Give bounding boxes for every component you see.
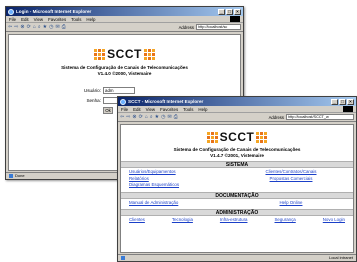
search-icon[interactable]: ⌕ xyxy=(38,24,41,30)
menu-view[interactable]: View xyxy=(146,107,155,112)
menu-favorites[interactable]: Favorites xyxy=(160,107,178,112)
window-title: Login - Microsoft Internet Explorer xyxy=(16,9,92,14)
menu-help[interactable]: Help xyxy=(198,107,207,112)
minimize-button[interactable]: _ xyxy=(218,8,225,15)
status-bar: Local intranet xyxy=(118,254,356,261)
title-bar[interactable]: Login - Microsoft Internet Explorer _ □ … xyxy=(6,7,243,16)
administracao-links: Clientes Tecnologia Infra-estrutura Segu… xyxy=(121,216,353,223)
menu-file[interactable]: File xyxy=(9,17,16,22)
refresh-icon[interactable]: ⟳ xyxy=(139,114,143,120)
menu-edit[interactable]: Edit xyxy=(21,17,29,22)
security-zone: Local intranet xyxy=(328,255,353,260)
link-seguranca[interactable]: Segurança xyxy=(275,217,296,222)
link-help-online[interactable]: Help Online xyxy=(237,200,345,207)
back-icon[interactable]: ⇦ xyxy=(120,114,124,120)
menu-edit[interactable]: Edit xyxy=(133,107,141,112)
title-bar[interactable]: SCCT - Microsoft Internet Explorer _ □ × xyxy=(118,97,356,106)
link-diagramas-esquematicos[interactable]: Diagramas Esquemáticos xyxy=(129,182,237,189)
link-clientes[interactable]: Clientes xyxy=(129,217,145,222)
system-version: V1.4.7 ©2001, Vistemaire xyxy=(210,153,264,158)
favorites-icon[interactable]: ★ xyxy=(43,24,47,30)
link-infra-estrutura[interactable]: Infra-estrutura xyxy=(220,217,248,222)
window-title: SCCT - Microsoft Internet Explorer xyxy=(128,99,204,104)
sistema-links: Usuários/Equipamentos Clientes/Contratos… xyxy=(121,168,353,190)
page-icon xyxy=(121,255,125,260)
print-icon[interactable]: ⎙ xyxy=(62,24,66,30)
ok-button[interactable]: Ok xyxy=(103,107,113,114)
home-icon[interactable]: ⌂ xyxy=(145,114,148,120)
menu-tools[interactable]: Tools xyxy=(183,107,193,112)
menu-view[interactable]: View xyxy=(34,17,43,22)
scct-logo: SCCT xyxy=(9,47,240,61)
menu-bar: File Edit View Favorites Tools Help xyxy=(6,16,243,23)
stop-icon[interactable]: ⊗ xyxy=(132,114,136,120)
close-button[interactable]: × xyxy=(347,98,354,105)
logo-right-icon xyxy=(256,131,268,143)
page-content: SCCT Sistema de Configuração de Canais d… xyxy=(120,124,354,253)
history-icon[interactable]: ◷ xyxy=(49,24,53,30)
menu-bar: File Edit View Favorites Tools Help xyxy=(118,106,356,113)
toolbar: ⇦ ⇨ ⊗ ⟳ ⌂ ⌕ ★ ◷ ✉ ⎙ Address http://local… xyxy=(118,113,356,122)
link-propostas-comerciais[interactable]: Propostas Comerciais xyxy=(237,176,345,183)
password-label: Senha: xyxy=(86,98,101,103)
ie-icon xyxy=(120,98,126,105)
ie-icon xyxy=(8,8,14,15)
minimize-button[interactable]: _ xyxy=(331,98,338,105)
link-novo-login[interactable]: Novo Login xyxy=(323,217,345,222)
logo-text: SCCT xyxy=(107,47,142,61)
address-input[interactable]: http://localhost/sc xyxy=(196,24,241,30)
address-label: Address xyxy=(268,114,284,120)
documentacao-links: Manual de Administração Help Online xyxy=(121,199,353,208)
section-administracao: ADMINISTRAÇÃO xyxy=(121,209,353,216)
maximize-button[interactable]: □ xyxy=(226,8,233,15)
windows-logo-icon xyxy=(343,106,353,112)
search-icon[interactable]: ⌕ xyxy=(150,114,153,120)
user-label: Usuário: xyxy=(83,88,101,93)
back-icon[interactable]: ⇦ xyxy=(8,24,12,30)
refresh-icon[interactable]: ⟳ xyxy=(27,24,31,30)
menu-favorites[interactable]: Favorites xyxy=(48,17,66,22)
maximize-button[interactable]: □ xyxy=(339,98,346,105)
link-manual-administracao[interactable]: Manual de Administração xyxy=(129,200,237,207)
mail-icon[interactable]: ✉ xyxy=(56,24,60,30)
windows-logo-icon xyxy=(230,16,240,22)
menu-file[interactable]: File xyxy=(121,107,128,112)
print-icon[interactable]: ⎙ xyxy=(174,114,178,120)
toolbar: ⇦ ⇨ ⊗ ⟳ ⌂ ⌕ ★ ◷ ✉ ⎙ Address http://local… xyxy=(6,23,243,32)
link-tecnologia[interactable]: Tecnologia xyxy=(172,217,193,222)
logo-left-icon xyxy=(94,48,106,60)
section-documentacao: DOCUMENTAÇÃO xyxy=(121,191,353,199)
home-icon[interactable]: ⌂ xyxy=(33,24,36,30)
user-input[interactable]: adm xyxy=(103,87,135,94)
logo-right-icon xyxy=(143,48,155,60)
stop-icon[interactable]: ⊗ xyxy=(20,24,24,30)
scct-window: SCCT - Microsoft Internet Explorer _ □ ×… xyxy=(117,96,357,262)
mail-icon[interactable]: ✉ xyxy=(168,114,172,120)
logo-left-icon xyxy=(206,131,218,143)
favorites-icon[interactable]: ★ xyxy=(155,114,159,120)
status-text: Done xyxy=(15,173,25,178)
logo-text: SCCT xyxy=(219,130,255,144)
section-sistema: SISTEMA xyxy=(121,161,353,168)
forward-icon[interactable]: ⇨ xyxy=(126,114,130,120)
forward-icon[interactable]: ⇨ xyxy=(14,24,18,30)
address-label: Address xyxy=(178,24,194,30)
page-icon xyxy=(9,173,13,178)
address-input[interactable]: http://localhost/SCCT_w xyxy=(286,114,354,120)
system-version: V1.4.0 ©2000, Vistemaire xyxy=(97,71,152,76)
history-icon[interactable]: ◷ xyxy=(161,114,165,120)
close-button[interactable]: × xyxy=(234,8,241,15)
scct-logo: SCCT xyxy=(121,130,353,144)
menu-tools[interactable]: Tools xyxy=(71,17,81,22)
menu-help[interactable]: Help xyxy=(86,17,95,22)
